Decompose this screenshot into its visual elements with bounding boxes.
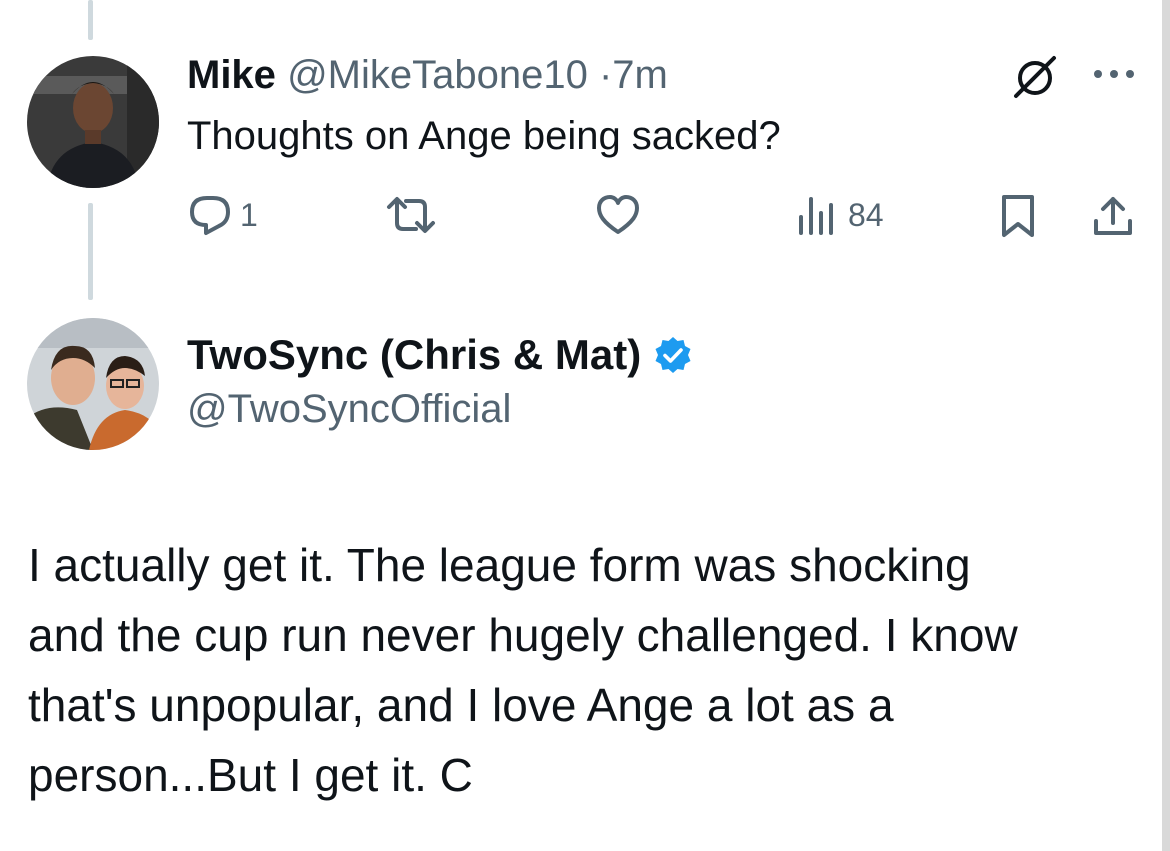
reply-count: 1 [240, 196, 258, 233]
thread-line-connector [88, 203, 93, 300]
views-count: 84 [848, 196, 884, 233]
more-options-icon[interactable] [1090, 66, 1138, 82]
header-separator: · [598, 53, 613, 97]
reply-icon [190, 196, 230, 235]
retweet-button[interactable] [383, 193, 439, 237]
tweet-timestamp[interactable]: 7m [612, 53, 668, 97]
share-button[interactable] [1090, 193, 1136, 239]
reply-button[interactable]: 1 [186, 193, 258, 237]
views-button[interactable]: 84 [796, 193, 884, 237]
bookmark-icon [1002, 195, 1034, 237]
share-icon [1094, 197, 1132, 235]
thread-line-top [88, 0, 93, 40]
reply-text-line: I actually get it. The league form was s… [28, 539, 971, 591]
reply-author-name[interactable]: TwoSync (Chris & Mat) [187, 331, 641, 379]
bookmark-button[interactable] [998, 193, 1038, 239]
like-button[interactable] [595, 193, 641, 237]
verified-badge-icon[interactable] [653, 335, 693, 375]
tweet-header: Mike @MikeTabone10 ·7m [187, 52, 668, 98]
tweet-text: Thoughts on Ange being sacked? [187, 114, 781, 158]
reply-author-handle[interactable]: @TwoSyncOfficial [187, 386, 511, 432]
author-name[interactable]: Mike [187, 53, 276, 97]
views-icon [799, 197, 833, 235]
author-handle[interactable]: @MikeTabone10 [287, 53, 588, 97]
avatar-twosync[interactable] [27, 318, 159, 450]
reply-author-row: TwoSync (Chris & Mat) [187, 331, 693, 379]
reply-text-line: and the cup run never hugely challenged.… [28, 609, 1018, 661]
avatar-mike[interactable] [27, 56, 159, 188]
reply-text-line: that's unpopular, and I love Ange a lot … [28, 679, 894, 731]
reply-text: I actually get it. The league form was s… [28, 530, 1138, 810]
heart-icon [597, 195, 639, 234]
grok-icon[interactable] [1012, 54, 1058, 100]
screen-edge [1162, 0, 1170, 851]
reply-text-line: person...But I get it. C [28, 749, 473, 801]
retweet-icon [387, 197, 435, 233]
